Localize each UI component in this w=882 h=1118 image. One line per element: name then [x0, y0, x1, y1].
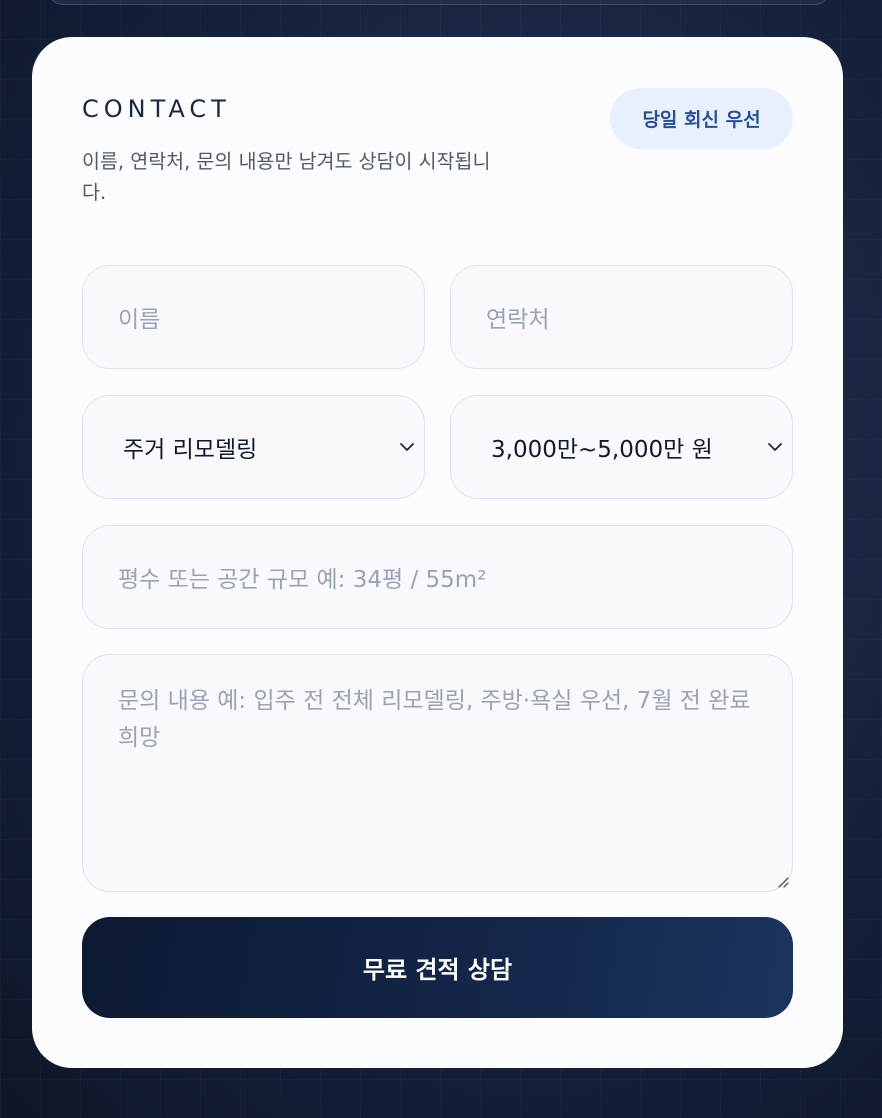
chevron-down-icon — [400, 443, 414, 451]
phone-input[interactable]: 연락처 — [450, 265, 793, 369]
resize-grip-icon[interactable] — [775, 874, 789, 888]
section-eyebrow: CONTACT — [82, 95, 231, 123]
form-description: 이름, 연락처, 문의 내용만 남겨도 상담이 시작됩니다. — [82, 150, 491, 204]
name-input[interactable]: 이름 — [82, 265, 425, 369]
size-placeholder: 평수 또는 공간 규모 예: 34평 / 55m² — [118, 567, 487, 593]
project-type-value: 주거 리모델링 — [123, 437, 258, 463]
chevron-down-icon — [768, 443, 782, 451]
contact-form-card: CONTACT 당일 회신 우선 이름, 연락처, 문의 내용만 남겨도 상담이… — [32, 37, 843, 1068]
submit-button[interactable]: 무료 견적 상담 — [82, 917, 793, 1018]
reply-badge: 당일 회신 우선 — [610, 88, 793, 149]
name-placeholder: 이름 — [118, 307, 161, 333]
message-placeholder: 문의 내용 예: 입주 전 전체 리모델링, 주방·욕실 우선, 7월 전 완료… — [118, 688, 751, 751]
message-textarea[interactable]: 문의 내용 예: 입주 전 전체 리모델링, 주방·욕실 우선, 7월 전 완료… — [82, 654, 793, 892]
budget-select[interactable]: 3,000만~5,000만 원 — [450, 395, 793, 499]
budget-value: 3,000만~5,000만 원 — [491, 437, 713, 463]
size-input[interactable]: 평수 또는 공간 규모 예: 34평 / 55m² — [82, 525, 793, 629]
background-panel-edge — [48, 0, 830, 5]
phone-placeholder: 연락처 — [486, 307, 550, 333]
project-type-select[interactable]: 주거 리모델링 — [82, 395, 425, 499]
